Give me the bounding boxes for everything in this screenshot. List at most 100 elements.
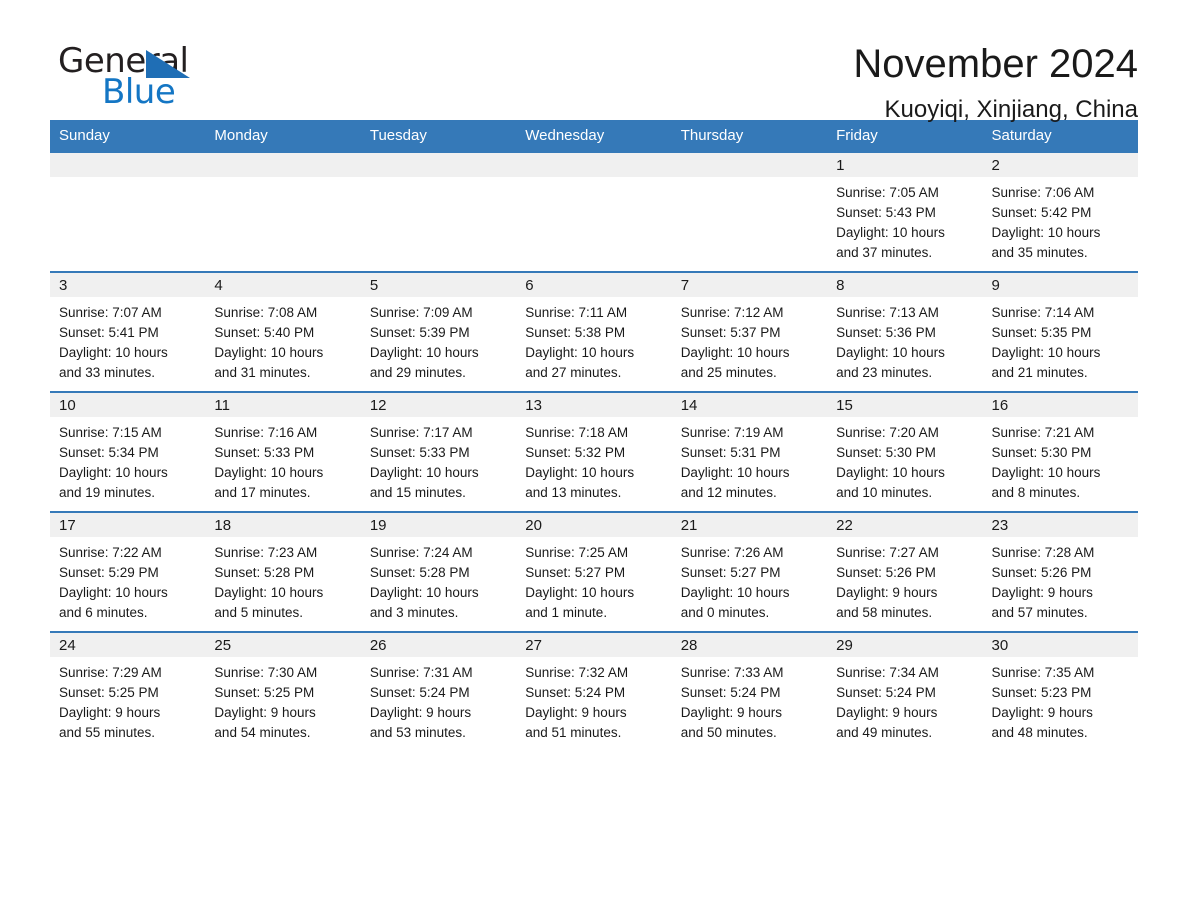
daylight-text-line2: and 1 minute. [525,605,608,620]
day-number [516,153,672,177]
calendar-day-cell[interactable]: 4 Sunrise: 7:08 AM Sunset: 5:40 PM Daylight… [205,273,361,391]
calendar-day-cell[interactable]: 10 Sunrise: 7:15 AM Sunset: 5:34 PM Dayligh… [50,393,206,511]
day-number: 8 [827,273,983,297]
calendar-day-cell[interactable]: 11 Sunrise: 7:16 AM Sunset: 5:33 PM Dayligh… [205,393,361,511]
sunrise-text: Sunrise: 7:18 AM [525,425,629,440]
calendar-day-cell[interactable]: 15 Sunrise: 7:20 AM Sunset: 5:30 PM Dayligh… [827,393,983,511]
calendar-day-cell[interactable]: 18 Sunrise: 7:23 AM Sunset: 5:28 PM Dayligh… [205,513,361,631]
sunset-text: Sunset: 5:27 PM [680,565,781,580]
sunset-text: Sunset: 5:27 PM [525,565,626,580]
sunset-text: Sunset: 5:36 PM [836,325,936,340]
day-details: Sunrise: 7:28 AM Sunset: 5:26 PM Daylight:… [983,537,1138,631]
sunrise-text: Sunrise: 7:27 AM [836,545,939,560]
day-number: 17 [50,513,206,537]
daylight-text-line2: and 21 minutes. [991,365,1088,380]
sunset-text: Sunset: 5:28 PM [214,565,315,580]
day-details: Sunrise: 7:17 AM Sunset: 5:33 PM Daylight:… [361,417,516,511]
sunset-text: Sunset: 5:26 PM [836,565,936,580]
day-number [205,153,361,177]
calendar-day-cell[interactable]: 7 Sunrise: 7:12 AM Sunset: 5:37 PM Daylight… [671,273,828,391]
calendar-day-cell[interactable]: 12 Sunrise: 7:17 AM Sunset: 5:33 PM Dayligh… [360,393,517,511]
day-number: 24 [50,633,206,657]
calendar-day-cell[interactable]: 23 Sunrise: 7:28 AM Sunset: 5:26 PM Dayligh… [982,513,1138,631]
day-number: 26 [360,633,517,657]
daylight-text-line1: Daylight: 10 hours [680,465,790,480]
sunrise-text: Sunrise: 7:09 AM [369,305,473,320]
calendar-day-cell[interactable]: 24 Sunrise: 7:29 AM Sunset: 5:25 PM Dayligh… [50,633,206,751]
calendar-day-cell[interactable]: 9 Sunrise: 7:14 AM Sunset: 5:35 PM Daylight… [982,273,1138,391]
calendar-day-cell[interactable]: 26 Sunrise: 7:31 AM Sunset: 5:24 PM Dayligh… [360,633,517,751]
daylight-text-line1: Daylight: 10 hours [836,345,945,360]
day-number: 27 [516,633,672,657]
calendar-day-cell[interactable]: 8 Sunrise: 7:13 AM Sunset: 5:36 PM Daylight… [827,273,983,391]
daylight-text-line1: Daylight: 10 hours [369,585,479,600]
calendar-day-cell-empty [360,153,517,271]
calendar-day-cell[interactable]: 3 Sunrise: 7:07 AM Sunset: 5:41 PM Daylight… [50,273,206,391]
sunset-text: Sunset: 5:25 PM [214,685,315,700]
calendar-day-cell[interactable]: 28 Sunrise: 7:33 AM Sunset: 5:24 PM Dayligh… [671,633,828,751]
sunset-text: Sunset: 5:42 PM [991,205,1092,220]
daylight-text-line2: and 10 minutes. [836,485,933,500]
daylight-text-line1: Daylight: 10 hours [525,345,635,360]
day-number: 18 [205,513,361,537]
daylight-text-line1: Daylight: 10 hours [59,465,168,480]
sunrise-text: Sunrise: 7:20 AM [836,425,939,440]
calendar-day-cell[interactable]: 1 Sunrise: 7:05 AM Sunset: 5:43 PM Daylight… [827,153,983,271]
day-number: 28 [671,633,828,657]
day-details: Sunrise: 7:26 AM Sunset: 5:27 PM Daylight:… [672,537,827,631]
sunrise-text: Sunrise: 7:34 AM [836,665,939,680]
day-number: 7 [671,273,828,297]
calendar-day-cell[interactable]: 30 Sunrise: 7:35 AM Sunset: 5:23 PM Dayligh… [982,633,1138,751]
sunset-text: Sunset: 5:23 PM [991,685,1092,700]
generalblue-logo[interactable]: General Blue [50,38,250,118]
calendar-day-cell[interactable]: 16 Sunrise: 7:21 AM Sunset: 5:30 PM Dayligh… [982,393,1138,511]
day-details: Sunrise: 7:31 AM Sunset: 5:24 PM Daylight:… [361,657,516,751]
sunset-text: Sunset: 5:30 PM [836,445,936,460]
daylight-text-line2: and 55 minutes. [59,725,156,740]
weekday-header-sunday: Sunday [59,127,110,144]
sunset-text: Sunset: 5:43 PM [836,205,936,220]
day-details: Sunrise: 7:22 AM Sunset: 5:29 PM Daylight:… [50,537,205,631]
calendar-week-row: 17 Sunrise: 7:22 AM Sunset: 5:29 PM Dayligh… [50,511,1138,631]
calendar-day-cell[interactable]: 20 Sunrise: 7:25 AM Sunset: 5:27 PM Dayligh… [516,513,672,631]
calendar-day-cell[interactable]: 6 Sunrise: 7:11 AM Sunset: 5:38 PM Daylight… [516,273,672,391]
calendar-day-cell[interactable]: 13 Sunrise: 7:18 AM Sunset: 5:32 PM Dayligh… [516,393,672,511]
sunset-text: Sunset: 5:41 PM [59,325,159,340]
daylight-text-line2: and 8 minutes. [991,485,1081,500]
sunrise-text: Sunrise: 7:31 AM [369,665,473,680]
day-details: Sunrise: 7:14 AM Sunset: 5:35 PM Daylight:… [983,297,1138,391]
sunset-text: Sunset: 5:32 PM [525,445,626,460]
sunrise-text: Sunrise: 7:13 AM [836,305,939,320]
logo-text-blue: Blue [102,72,176,112]
day-number [671,153,828,177]
day-details: Sunrise: 7:06 AM Sunset: 5:42 PM Daylight:… [983,177,1138,271]
daylight-text-line1: Daylight: 10 hours [525,585,635,600]
sunrise-text: Sunrise: 7:26 AM [680,545,784,560]
calendar-day-cell[interactable]: 21 Sunrise: 7:26 AM Sunset: 5:27 PM Dayligh… [671,513,828,631]
calendar-day-cell[interactable]: 22 Sunrise: 7:27 AM Sunset: 5:26 PM Dayligh… [827,513,983,631]
day-details: Sunrise: 7:24 AM Sunset: 5:28 PM Daylight:… [361,537,516,631]
sunrise-text: Sunrise: 7:29 AM [59,665,162,680]
daylight-text-line2: and 50 minutes. [680,725,777,740]
sunset-text: Sunset: 5:40 PM [214,325,315,340]
month-calendar: Sunday Monday Tuesday Wednesday Thursday Frid… [50,120,1138,751]
day-details: Sunrise: 7:19 AM Sunset: 5:31 PM Daylight:… [672,417,827,511]
calendar-day-cell[interactable]: 2 Sunrise: 7:06 AM Sunset: 5:42 PM Daylight… [982,153,1138,271]
day-details: Sunrise: 7:23 AM Sunset: 5:28 PM Daylight:… [205,537,360,631]
page-title: November 2024 [853,42,1138,86]
day-details [361,177,516,261]
calendar-day-cell[interactable]: 27 Sunrise: 7:32 AM Sunset: 5:24 PM Dayligh… [516,633,672,751]
calendar-day-cell[interactable]: 5 Sunrise: 7:09 AM Sunset: 5:39 PM Daylight… [360,273,517,391]
daylight-text-line1: Daylight: 9 hours [525,705,627,720]
calendar-day-cell[interactable]: 19 Sunrise: 7:24 AM Sunset: 5:28 PM Dayligh… [360,513,517,631]
day-details: Sunrise: 7:20 AM Sunset: 5:30 PM Daylight:… [827,417,982,511]
calendar-day-cell[interactable]: 17 Sunrise: 7:22 AM Sunset: 5:29 PM Dayligh… [50,513,206,631]
calendar-day-cell[interactable]: 25 Sunrise: 7:30 AM Sunset: 5:25 PM Dayligh… [205,633,361,751]
sunrise-text: Sunrise: 7:28 AM [991,545,1095,560]
calendar-day-cell[interactable]: 29 Sunrise: 7:34 AM Sunset: 5:24 PM Dayligh… [827,633,983,751]
calendar-day-cell-empty [671,153,828,271]
day-details: Sunrise: 7:34 AM Sunset: 5:24 PM Daylight:… [827,657,982,751]
daylight-text-line2: and 58 minutes. [836,605,933,620]
calendar-day-cell[interactable]: 14 Sunrise: 7:19 AM Sunset: 5:31 PM Dayligh… [671,393,828,511]
daylight-text-line2: and 37 minutes. [836,245,933,260]
